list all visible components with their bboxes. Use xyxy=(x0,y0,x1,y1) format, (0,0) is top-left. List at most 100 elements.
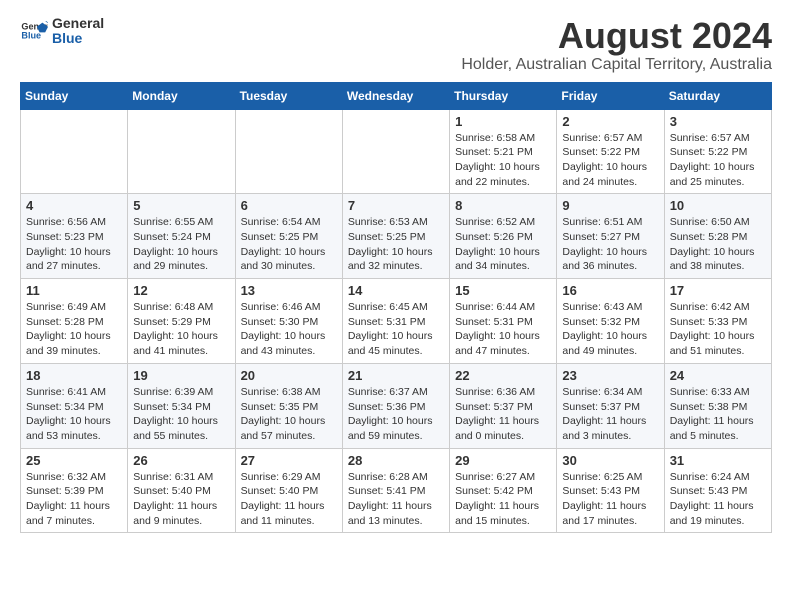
calendar-week-row: 1 Sunrise: 6:58 AM Sunset: 5:21 PM Daylig… xyxy=(21,109,772,194)
day-info: Sunrise: 6:57 AM Sunset: 5:22 PM Dayligh… xyxy=(562,131,658,190)
day-info: Sunrise: 6:42 AM Sunset: 5:33 PM Dayligh… xyxy=(670,300,766,359)
day-number: 18 xyxy=(26,368,122,383)
day-number: 28 xyxy=(348,453,444,468)
calendar-cell: 21 Sunrise: 6:37 AM Sunset: 5:36 PM Dayli… xyxy=(342,363,449,448)
weekday-header-monday: Monday xyxy=(128,82,235,109)
weekday-header-thursday: Thursday xyxy=(450,82,557,109)
day-info: Sunrise: 6:38 AM Sunset: 5:35 PM Dayligh… xyxy=(241,385,337,444)
day-info: Sunrise: 6:24 AM Sunset: 5:43 PM Dayligh… xyxy=(670,470,766,529)
calendar-table: SundayMondayTuesdayWednesdayThursdayFrid… xyxy=(20,82,772,534)
calendar-cell: 22Sunrise: 6:36 AM Sunset: 5:37 PM Dayli… xyxy=(450,363,557,448)
day-number: 24 xyxy=(670,368,766,383)
day-number: 11 xyxy=(26,283,122,298)
day-number: 1 xyxy=(455,114,551,129)
calendar-week-row: 4Sunrise: 6:56 AM Sunset: 5:23 PM Daylig… xyxy=(21,194,772,279)
day-number: 12 xyxy=(133,283,229,298)
calendar-title-block: August 2024 Holder, Australian Capital T… xyxy=(461,16,772,74)
day-info: Sunrise: 6:41 AM Sunset: 5:34 PM Dayligh… xyxy=(26,385,122,444)
weekday-header-sunday: Sunday xyxy=(21,82,128,109)
day-info: Sunrise: 6:57 AM Sunset: 5:22 PM Dayligh… xyxy=(670,131,766,190)
calendar-cell: 28 Sunrise: 6:28 AM Sunset: 5:41 PM Dayli… xyxy=(342,448,449,533)
day-info: Sunrise: 6:49 AM Sunset: 5:28 PM Dayligh… xyxy=(26,300,122,359)
calendar-cell: 27Sunrise: 6:29 AM Sunset: 5:40 PM Dayli… xyxy=(235,448,342,533)
day-number: 23 xyxy=(562,368,658,383)
day-info: Sunrise: 6:31 AM Sunset: 5:40 PM Dayligh… xyxy=(133,470,229,529)
day-info: Sunrise: 6:37 AM Sunset: 5:36 PM Dayligh… xyxy=(348,385,444,444)
calendar-cell: 12 Sunrise: 6:48 AM Sunset: 5:29 PM Dayli… xyxy=(128,279,235,364)
calendar-cell: 19Sunrise: 6:39 AM Sunset: 5:34 PM Dayli… xyxy=(128,363,235,448)
svg-text:Blue: Blue xyxy=(21,31,41,41)
calendar-cell: 17Sunrise: 6:42 AM Sunset: 5:33 PM Dayli… xyxy=(664,279,771,364)
calendar-cell xyxy=(235,109,342,194)
day-number: 29 xyxy=(455,453,551,468)
calendar-cell: 8 Sunrise: 6:52 AM Sunset: 5:26 PM Daylig… xyxy=(450,194,557,279)
calendar-cell: 4Sunrise: 6:56 AM Sunset: 5:23 PM Daylig… xyxy=(21,194,128,279)
day-number: 8 xyxy=(455,198,551,213)
calendar-cell: 25Sunrise: 6:32 AM Sunset: 5:39 PM Dayli… xyxy=(21,448,128,533)
calendar-cell xyxy=(128,109,235,194)
calendar-subtitle: Holder, Australian Capital Territory, Au… xyxy=(461,56,772,74)
weekday-header-saturday: Saturday xyxy=(664,82,771,109)
day-number: 15 xyxy=(455,283,551,298)
day-info: Sunrise: 6:48 AM Sunset: 5:29 PM Dayligh… xyxy=(133,300,229,359)
logo: General Blue General Blue xyxy=(20,16,104,47)
calendar-cell: 3 Sunrise: 6:57 AM Sunset: 5:22 PM Daylig… xyxy=(664,109,771,194)
day-info: Sunrise: 6:28 AM Sunset: 5:41 PM Dayligh… xyxy=(348,470,444,529)
calendar-cell: 7 Sunrise: 6:53 AM Sunset: 5:25 PM Daylig… xyxy=(342,194,449,279)
day-number: 25 xyxy=(26,453,122,468)
calendar-cell xyxy=(21,109,128,194)
day-info: Sunrise: 6:52 AM Sunset: 5:26 PM Dayligh… xyxy=(455,215,551,274)
day-number: 5 xyxy=(133,198,229,213)
day-info: Sunrise: 6:27 AM Sunset: 5:42 PM Dayligh… xyxy=(455,470,551,529)
calendar-cell: 20 Sunrise: 6:38 AM Sunset: 5:35 PM Dayli… xyxy=(235,363,342,448)
logo-icon: General Blue xyxy=(20,17,48,45)
calendar-header-row: SundayMondayTuesdayWednesdayThursdayFrid… xyxy=(21,82,772,109)
day-number: 13 xyxy=(241,283,337,298)
day-info: Sunrise: 6:34 AM Sunset: 5:37 PM Dayligh… xyxy=(562,385,658,444)
calendar-cell xyxy=(342,109,449,194)
calendar-week-row: 11 Sunrise: 6:49 AM Sunset: 5:28 PM Dayli… xyxy=(21,279,772,364)
day-info: Sunrise: 6:44 AM Sunset: 5:31 PM Dayligh… xyxy=(455,300,551,359)
calendar-cell: 26Sunrise: 6:31 AM Sunset: 5:40 PM Dayli… xyxy=(128,448,235,533)
calendar-cell: 29 Sunrise: 6:27 AM Sunset: 5:42 PM Dayli… xyxy=(450,448,557,533)
day-info: Sunrise: 6:50 AM Sunset: 5:28 PM Dayligh… xyxy=(670,215,766,274)
calendar-cell: 15 Sunrise: 6:44 AM Sunset: 5:31 PM Dayli… xyxy=(450,279,557,364)
day-info: Sunrise: 6:51 AM Sunset: 5:27 PM Dayligh… xyxy=(562,215,658,274)
day-info: Sunrise: 6:29 AM Sunset: 5:40 PM Dayligh… xyxy=(241,470,337,529)
calendar-cell: 13 Sunrise: 6:46 AM Sunset: 5:30 PM Dayli… xyxy=(235,279,342,364)
day-info: Sunrise: 6:54 AM Sunset: 5:25 PM Dayligh… xyxy=(241,215,337,274)
calendar-cell: 1 Sunrise: 6:58 AM Sunset: 5:21 PM Daylig… xyxy=(450,109,557,194)
weekday-header-friday: Friday xyxy=(557,82,664,109)
day-info: Sunrise: 6:33 AM Sunset: 5:38 PM Dayligh… xyxy=(670,385,766,444)
day-number: 10 xyxy=(670,198,766,213)
day-number: 21 xyxy=(348,368,444,383)
day-info: Sunrise: 6:46 AM Sunset: 5:30 PM Dayligh… xyxy=(241,300,337,359)
day-info: Sunrise: 6:56 AM Sunset: 5:23 PM Dayligh… xyxy=(26,215,122,274)
calendar-cell: 5 Sunrise: 6:55 AM Sunset: 5:24 PM Daylig… xyxy=(128,194,235,279)
day-number: 6 xyxy=(241,198,337,213)
day-info: Sunrise: 6:53 AM Sunset: 5:25 PM Dayligh… xyxy=(348,215,444,274)
calendar-cell: 11 Sunrise: 6:49 AM Sunset: 5:28 PM Dayli… xyxy=(21,279,128,364)
calendar-cell: 24 Sunrise: 6:33 AM Sunset: 5:38 PM Dayli… xyxy=(664,363,771,448)
day-number: 3 xyxy=(670,114,766,129)
calendar-cell: 30 Sunrise: 6:25 AM Sunset: 5:43 PM Dayli… xyxy=(557,448,664,533)
day-number: 20 xyxy=(241,368,337,383)
calendar-cell: 10 Sunrise: 6:50 AM Sunset: 5:28 PM Dayli… xyxy=(664,194,771,279)
calendar-cell: 16 Sunrise: 6:43 AM Sunset: 5:32 PM Dayli… xyxy=(557,279,664,364)
day-number: 16 xyxy=(562,283,658,298)
logo-text-general: General xyxy=(52,16,104,31)
day-number: 7 xyxy=(348,198,444,213)
day-number: 31 xyxy=(670,453,766,468)
page-header: General Blue General Blue August 2024 Ho… xyxy=(20,16,772,74)
weekday-header-wednesday: Wednesday xyxy=(342,82,449,109)
day-info: Sunrise: 6:55 AM Sunset: 5:24 PM Dayligh… xyxy=(133,215,229,274)
weekday-header-tuesday: Tuesday xyxy=(235,82,342,109)
day-number: 22 xyxy=(455,368,551,383)
day-number: 9 xyxy=(562,198,658,213)
day-number: 30 xyxy=(562,453,658,468)
day-info: Sunrise: 6:25 AM Sunset: 5:43 PM Dayligh… xyxy=(562,470,658,529)
day-number: 14 xyxy=(348,283,444,298)
day-info: Sunrise: 6:58 AM Sunset: 5:21 PM Dayligh… xyxy=(455,131,551,190)
day-info: Sunrise: 6:43 AM Sunset: 5:32 PM Dayligh… xyxy=(562,300,658,359)
calendar-cell: 18 Sunrise: 6:41 AM Sunset: 5:34 PM Dayli… xyxy=(21,363,128,448)
